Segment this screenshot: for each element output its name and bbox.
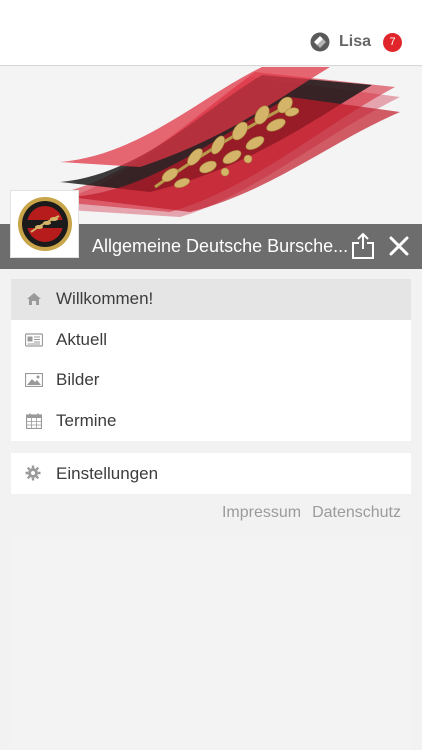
settings-label: Einstellungen: [56, 463, 159, 483]
image-icon: [25, 371, 43, 389]
menu-item-aktuell[interactable]: Aktuell: [11, 320, 411, 361]
page-title: Allgemeine Deutsche Bursche...: [92, 236, 349, 256]
menu-item-label: Bilder: [56, 370, 100, 390]
close-icon[interactable]: [388, 235, 410, 257]
menu-item-label: Aktuell: [56, 329, 108, 349]
menu-item-termine[interactable]: Termine: [11, 401, 411, 442]
newspaper-icon: [25, 331, 43, 349]
gear-icon: [25, 465, 43, 483]
user-name: Lisa: [338, 33, 371, 50]
footer-links: Impressum Datenschutz: [222, 504, 401, 522]
menu-item-label: Willkommen!: [56, 289, 154, 309]
datenschutz-link[interactable]: Datenschutz: [312, 504, 401, 522]
empty-content-area: [11, 535, 411, 750]
menu-item-label: Termine: [56, 410, 117, 430]
menu-item-willkommen[interactable]: Willkommen!: [11, 279, 411, 320]
lisa-logo-icon: [310, 32, 330, 52]
impressum-link[interactable]: Impressum: [222, 504, 301, 522]
menu-item-einstellungen[interactable]: Einstellungen: [11, 453, 411, 494]
notification-badge[interactable]: 7: [383, 32, 402, 52]
calendar-icon: [25, 412, 43, 430]
settings-menu: Einstellungen: [11, 453, 411, 494]
share-icon[interactable]: [351, 232, 375, 260]
main-menu: Willkommen! Aktuell Bilder Termine: [11, 279, 411, 441]
user-profile[interactable]: Lisa 7: [310, 32, 402, 52]
fraternity-crest-logo: [10, 190, 79, 258]
top-bar: Lisa 7: [0, 0, 422, 66]
menu-item-bilder[interactable]: Bilder: [11, 360, 411, 401]
home-icon: [25, 290, 43, 308]
